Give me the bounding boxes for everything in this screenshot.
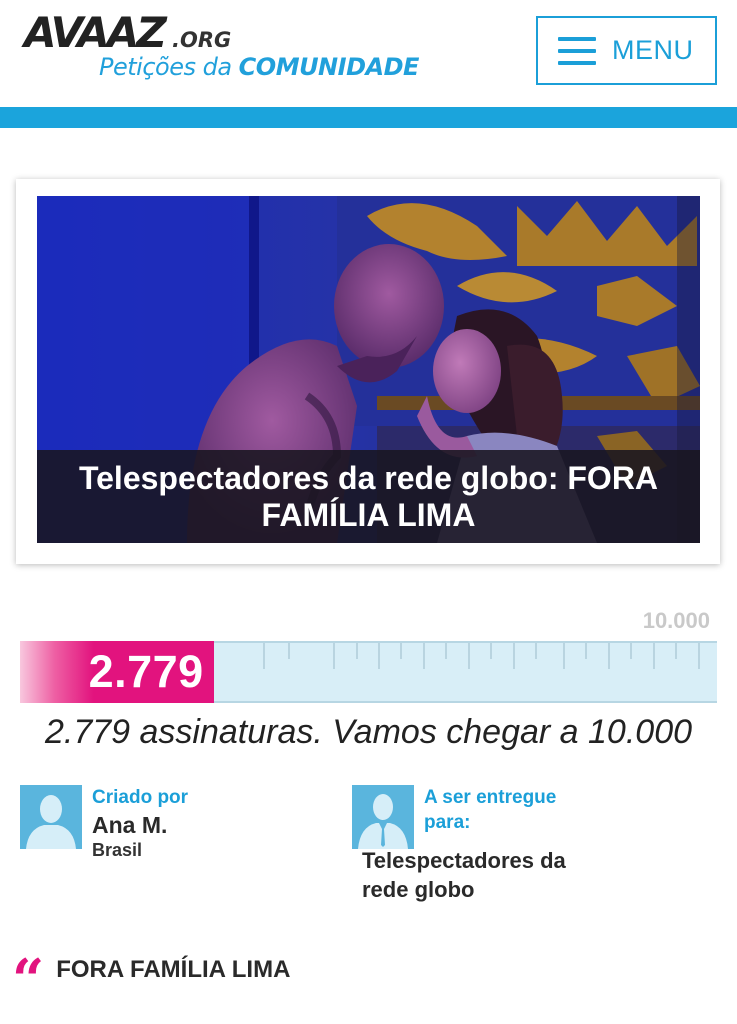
creator-label: Criado por (92, 787, 189, 808)
progress-tick (445, 643, 447, 659)
logo-brand: AVAAZ (24, 8, 167, 57)
progress-tick (535, 643, 537, 659)
hamburger-icon (558, 36, 596, 65)
petition-title[interactable]: Telespectadores da rede globo: FORA FAMÍ… (37, 450, 700, 543)
progress-tick (630, 643, 632, 659)
logo-tagline-part1: Petições da (99, 53, 239, 81)
recipient-avatar (352, 785, 414, 849)
progress-tick (490, 643, 492, 659)
menu-label: MENU (612, 35, 694, 65)
progress-tick (423, 643, 425, 669)
progress-tick (585, 643, 587, 659)
petition-photo[interactable]: Telespectadores da rede globo: FORA FAMÍ… (37, 196, 700, 543)
header-accent-bar (0, 107, 737, 128)
progress-tick (333, 643, 335, 669)
progress-tick (608, 643, 610, 669)
logo-tagline-part2: COMUNIDADE (238, 53, 420, 81)
progress-tick (698, 643, 700, 669)
petition-quote: “ FORA FAMÍLIA LIMA (12, 950, 291, 1008)
progress-tick (400, 643, 402, 659)
progress-tick (468, 643, 470, 669)
creator-country: Brasil (92, 840, 143, 860)
quote-icon: “ (12, 947, 45, 1013)
progress-tick (513, 643, 515, 669)
person-icon (26, 795, 76, 849)
progress-tick (675, 643, 677, 659)
logo-domain: .ORG (172, 28, 232, 52)
progress-fill: 2.779 (20, 641, 214, 703)
avaaz-logo[interactable]: AVAAZ .ORG Petições da COMUNIDADE (24, 8, 419, 90)
signature-progress-bar: 2.779 (20, 641, 717, 703)
progress-tick (263, 643, 265, 669)
signature-count: 2.779 (88, 646, 204, 697)
creator-name: Ana M. (92, 812, 168, 838)
person-suit-icon (358, 794, 408, 849)
menu-button[interactable]: MENU (536, 16, 717, 85)
progress-summary: 2.779 assinaturas. Vamos chegar a 10.000 (44, 713, 693, 751)
logo-tagline: Petições da COMUNIDADE (99, 55, 419, 79)
goal-value: 10.000 (642, 608, 710, 633)
progress-tick (288, 643, 290, 659)
creator-avatar (20, 785, 82, 849)
progress-tick (653, 643, 655, 669)
quote-text: FORA FAMÍLIA LIMA (56, 956, 291, 983)
progress-tick (378, 643, 380, 669)
progress-tick (356, 643, 358, 659)
progress-tick (563, 643, 565, 669)
recipient-target: Telespectadores da rede globo (362, 848, 566, 902)
recipient-label: A ser entregue para: (424, 787, 557, 833)
petition-card[interactable]: Telespectadores da rede globo: FORA FAMÍ… (16, 179, 720, 564)
